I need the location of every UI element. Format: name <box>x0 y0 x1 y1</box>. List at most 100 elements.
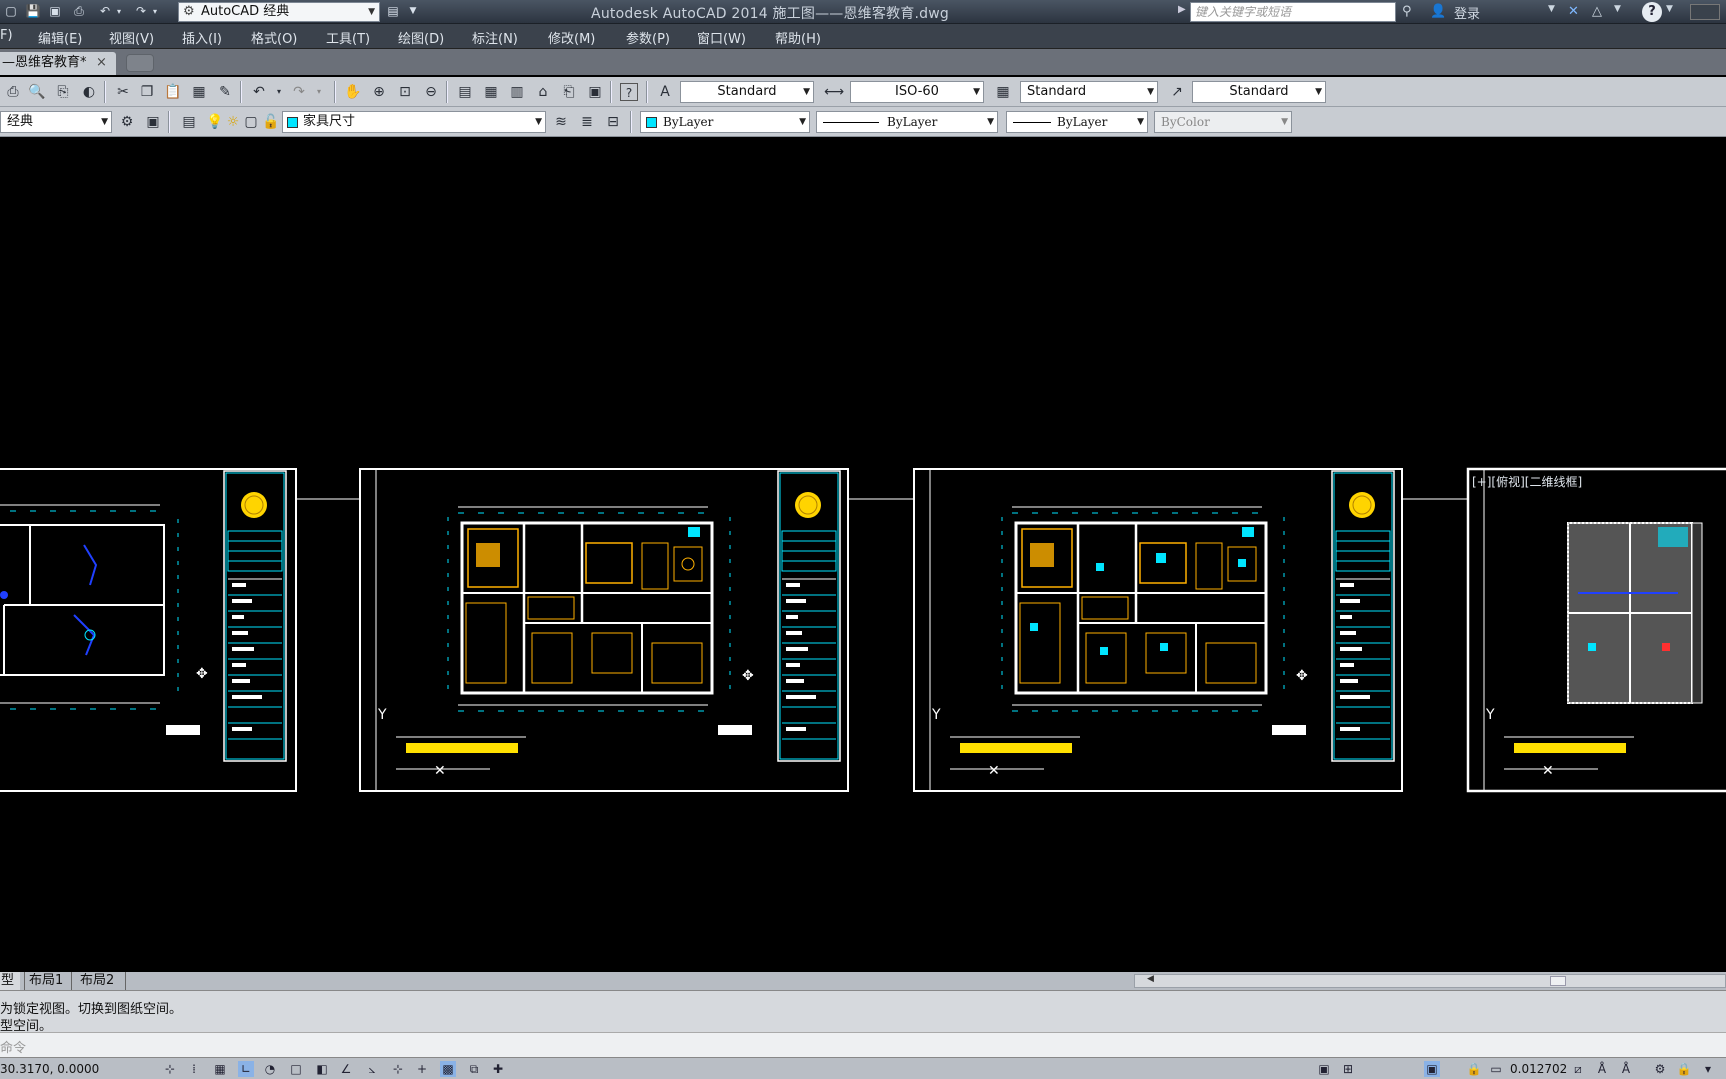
grid-icon[interactable]: ▦ <box>212 1061 228 1077</box>
transparency-icon[interactable]: ▩ <box>440 1061 456 1077</box>
zoom-previous-icon[interactable]: ⊖ <box>422 83 440 101</box>
zoom-realtime-icon[interactable]: ⊕ <box>370 83 388 101</box>
dim-style-select[interactable]: ISO-60 ▼ <box>850 81 984 103</box>
pan-icon[interactable]: ✋ <box>344 83 362 101</box>
redo-dropdown-icon[interactable]: ▾ <box>150 3 160 20</box>
signin-dropdown-icon[interactable]: ▼ <box>1548 4 1555 14</box>
menu-view[interactable]: 视图(V) <box>109 28 154 47</box>
layer-icon[interactable]: ▤ <box>384 3 402 20</box>
menu-tools[interactable]: 工具(T) <box>326 28 370 47</box>
workspace-switch-icon[interactable]: ⚙ <box>1652 1061 1668 1077</box>
color-select[interactable]: ByLayer ▼ <box>640 111 810 133</box>
layer-states-icon[interactable]: ⊟ <box>604 113 622 131</box>
command-input[interactable]: 命令 <box>0 1032 1726 1057</box>
workspace-combo[interactable]: 经典 ▼ <box>0 111 112 133</box>
annotation-scale-icon[interactable]: ⧄ <box>1570 1061 1586 1077</box>
close-icon[interactable]: × <box>96 52 107 74</box>
mleader-style-icon[interactable]: ↗ <box>1168 83 1186 101</box>
menu-draw[interactable]: 绘图(D) <box>398 28 444 47</box>
viewport-label[interactable]: [+][俯视][二维线框] <box>1472 473 1582 490</box>
calculator-icon[interactable]: ▣ <box>586 83 604 101</box>
new-tab-button[interactable] <box>126 54 154 72</box>
mleader-style-select[interactable]: Standard ▼ <box>1192 81 1326 103</box>
undo-icon[interactable]: ↶ <box>250 83 268 101</box>
help-dropdown-icon[interactable]: ▼ <box>1666 4 1673 14</box>
clean-screen-icon[interactable]: ▾ <box>1700 1061 1716 1077</box>
redo-dropdown-icon[interactable]: ▾ <box>310 83 328 101</box>
menu-help[interactable]: 帮助(H) <box>775 28 821 47</box>
menu-window[interactable]: 窗口(W) <box>697 28 746 47</box>
lineweight-icon[interactable]: + <box>414 1061 430 1077</box>
redo-icon[interactable]: ↷ <box>132 3 150 20</box>
customize-icon[interactable]: ▣ <box>144 113 162 131</box>
text-style-select[interactable]: Standard ▼ <box>680 81 814 103</box>
zoom-window-icon[interactable]: ⊡ <box>396 83 414 101</box>
properties-icon[interactable]: ▤ <box>456 83 474 101</box>
ortho-icon[interactable]: ∟ <box>238 1061 254 1077</box>
cut-icon[interactable]: ✂ <box>114 83 132 101</box>
menu-parametric[interactable]: 参数(P) <box>626 28 670 47</box>
autodesk-dropdown-icon[interactable]: ▼ <box>1614 4 1621 14</box>
snap-icon[interactable]: ⁞ <box>186 1061 202 1077</box>
undo-dropdown-icon[interactable]: ▾ <box>270 83 288 101</box>
menu-dimension[interactable]: 标注(N) <box>472 28 518 47</box>
otrack-icon[interactable]: ∠ <box>338 1061 354 1077</box>
menu-modify[interactable]: 修改(M) <box>548 28 595 47</box>
selection-cycling-icon[interactable]: ✚ <box>490 1061 506 1077</box>
linetype-select[interactable]: ByLayer ▼ <box>816 111 998 133</box>
quick-properties-icon[interactable]: ⧉ <box>466 1061 482 1077</box>
copy-icon[interactable]: ❐ <box>138 83 156 101</box>
3d-osnap-icon[interactable]: ◧ <box>314 1061 330 1077</box>
paste-icon[interactable]: 📋 <box>164 83 182 101</box>
print-icon[interactable]: ⎙ <box>70 3 88 20</box>
tab-layout2[interactable]: 布局2 <box>76 972 126 990</box>
undo-icon[interactable]: ↶ <box>96 3 114 20</box>
coordinate-readout[interactable]: 30.3170, 0.0000 <box>0 1062 99 1076</box>
viewport-lock-icon[interactable]: 🔒 <box>1466 1061 1482 1077</box>
help-button[interactable]: ? <box>1642 2 1662 22</box>
binoculars-icon[interactable]: ⚲ <box>1402 4 1412 19</box>
document-tab[interactable]: —恩维客教育* × <box>0 52 116 75</box>
plot-preview-icon[interactable]: 🔍 <box>28 83 46 101</box>
auto-scale-icon[interactable]: Å <box>1618 1061 1634 1077</box>
viewport-scale-icon[interactable]: ▭ <box>1488 1061 1504 1077</box>
ducs-icon[interactable]: ⦣ <box>364 1061 380 1077</box>
scrollbar-thumb[interactable] <box>1550 976 1566 986</box>
toolbar-lock-icon[interactable]: 🔒 <box>1676 1061 1692 1077</box>
user-icon[interactable]: 👤 <box>1430 4 1446 19</box>
signin-link[interactable]: 登录 <box>1454 3 1480 22</box>
search-input[interactable]: 键入关键字或短语 <box>1190 2 1396 22</box>
layer-manager-icon[interactable]: ▤ <box>180 113 198 131</box>
new-file-icon[interactable]: ▢ <box>2 3 20 20</box>
sheet-set-icon[interactable]: ⌂ <box>534 83 552 101</box>
tab-layout1[interactable]: 布局1 <box>24 972 72 990</box>
undo-dropdown-icon[interactable]: ▾ <box>114 3 124 20</box>
tab-model[interactable]: 型 <box>0 972 20 990</box>
annotation-visibility-icon[interactable]: Å <box>1594 1061 1610 1077</box>
menu-format[interactable]: 格式(O) <box>251 28 297 47</box>
dim-style-icon[interactable]: ⟷ <box>824 83 844 101</box>
save-as-icon[interactable]: ▣ <box>46 3 64 20</box>
workspace-select[interactable]: ⚙ AutoCAD 经典 ▼ <box>178 2 380 22</box>
save-icon[interactable]: 💾 <box>24 3 42 20</box>
tool-palettes-icon[interactable]: ▥ <box>508 83 526 101</box>
customize-dropdown-icon[interactable]: ▼ <box>404 3 422 20</box>
text-style-icon[interactable]: A <box>656 83 674 101</box>
expand-arrow-icon[interactable]: ▶ <box>1178 4 1186 15</box>
3d-dwf-icon[interactable]: ◐ <box>80 83 98 101</box>
quick-view-layouts-icon[interactable]: ⊞ <box>1340 1061 1356 1077</box>
infer-constraints-icon[interactable]: ⊹ <box>162 1061 178 1077</box>
maximize-viewport-icon[interactable]: ▣ <box>1424 1061 1440 1077</box>
design-center-icon[interactable]: ▦ <box>482 83 500 101</box>
help-icon[interactable]: ? <box>620 83 638 101</box>
lineweight-select[interactable]: ByLayer ▼ <box>1006 111 1148 133</box>
menu-edit[interactable]: 编辑(E) <box>38 28 82 47</box>
horizontal-scrollbar[interactable]: ◀ <box>1134 974 1726 988</box>
match-properties-icon[interactable]: ▦ <box>190 83 208 101</box>
plot-icon[interactable]: ⎙ <box>4 83 22 101</box>
menu-file[interactable]: F) <box>0 28 13 43</box>
redo-icon[interactable]: ↷ <box>290 83 308 101</box>
paper-model-icon[interactable]: ▣ <box>1316 1061 1332 1077</box>
publish-icon[interactable]: ⎘ <box>54 83 72 101</box>
layer-previous-icon[interactable]: ≣ <box>578 113 596 131</box>
